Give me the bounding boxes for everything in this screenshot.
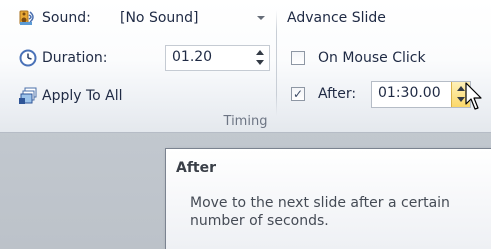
group-separator	[276, 10, 277, 116]
duration-label: Duration:	[42, 50, 108, 66]
spin-up-icon[interactable]	[457, 86, 465, 91]
chevron-down-icon[interactable]	[257, 16, 265, 20]
speaker-icon	[18, 7, 38, 27]
after-label[interactable]: After:	[318, 84, 356, 104]
sound-label: Sound:	[42, 10, 91, 26]
advance-slide-heading: Advance Slide	[287, 10, 386, 26]
mouse-pointer-icon	[465, 82, 485, 112]
duration-input[interactable]: 01.20	[165, 45, 270, 71]
after-value: 01:30.00	[378, 85, 441, 101]
after-checkbox[interactable]: ✓	[291, 87, 305, 101]
duration-spinner[interactable]	[251, 46, 269, 70]
tooltip: After Move to the next slide after a cer…	[165, 148, 491, 249]
clock-icon	[18, 48, 38, 68]
duration-value: 01.20	[172, 49, 213, 65]
on-mouse-click-label[interactable]: On Mouse Click	[318, 48, 426, 68]
spin-up-icon[interactable]	[256, 50, 264, 55]
on-mouse-click-checkbox[interactable]	[291, 51, 305, 65]
spin-down-icon[interactable]	[256, 60, 264, 65]
apply-to-all-button[interactable]: Apply To All	[16, 84, 156, 108]
group-label-timing: Timing	[223, 114, 268, 129]
sound-dropdown[interactable]: [No Sound]	[116, 6, 272, 30]
apply-to-all-label: Apply To All	[42, 88, 123, 104]
sound-dropdown-value: [No Sound]	[120, 10, 199, 26]
apply-to-all-icon	[18, 86, 38, 106]
ribbon-timing-group: Sound: [No Sound] Duration: 01.20 Apply …	[0, 0, 491, 133]
after-input[interactable]: 01:30.00	[371, 81, 471, 108]
tooltip-title: After	[176, 160, 217, 176]
tooltip-description: Move to the next slide after a certain n…	[190, 195, 450, 229]
spin-down-icon[interactable]	[457, 97, 465, 102]
checkmark-icon: ✓	[293, 87, 304, 101]
